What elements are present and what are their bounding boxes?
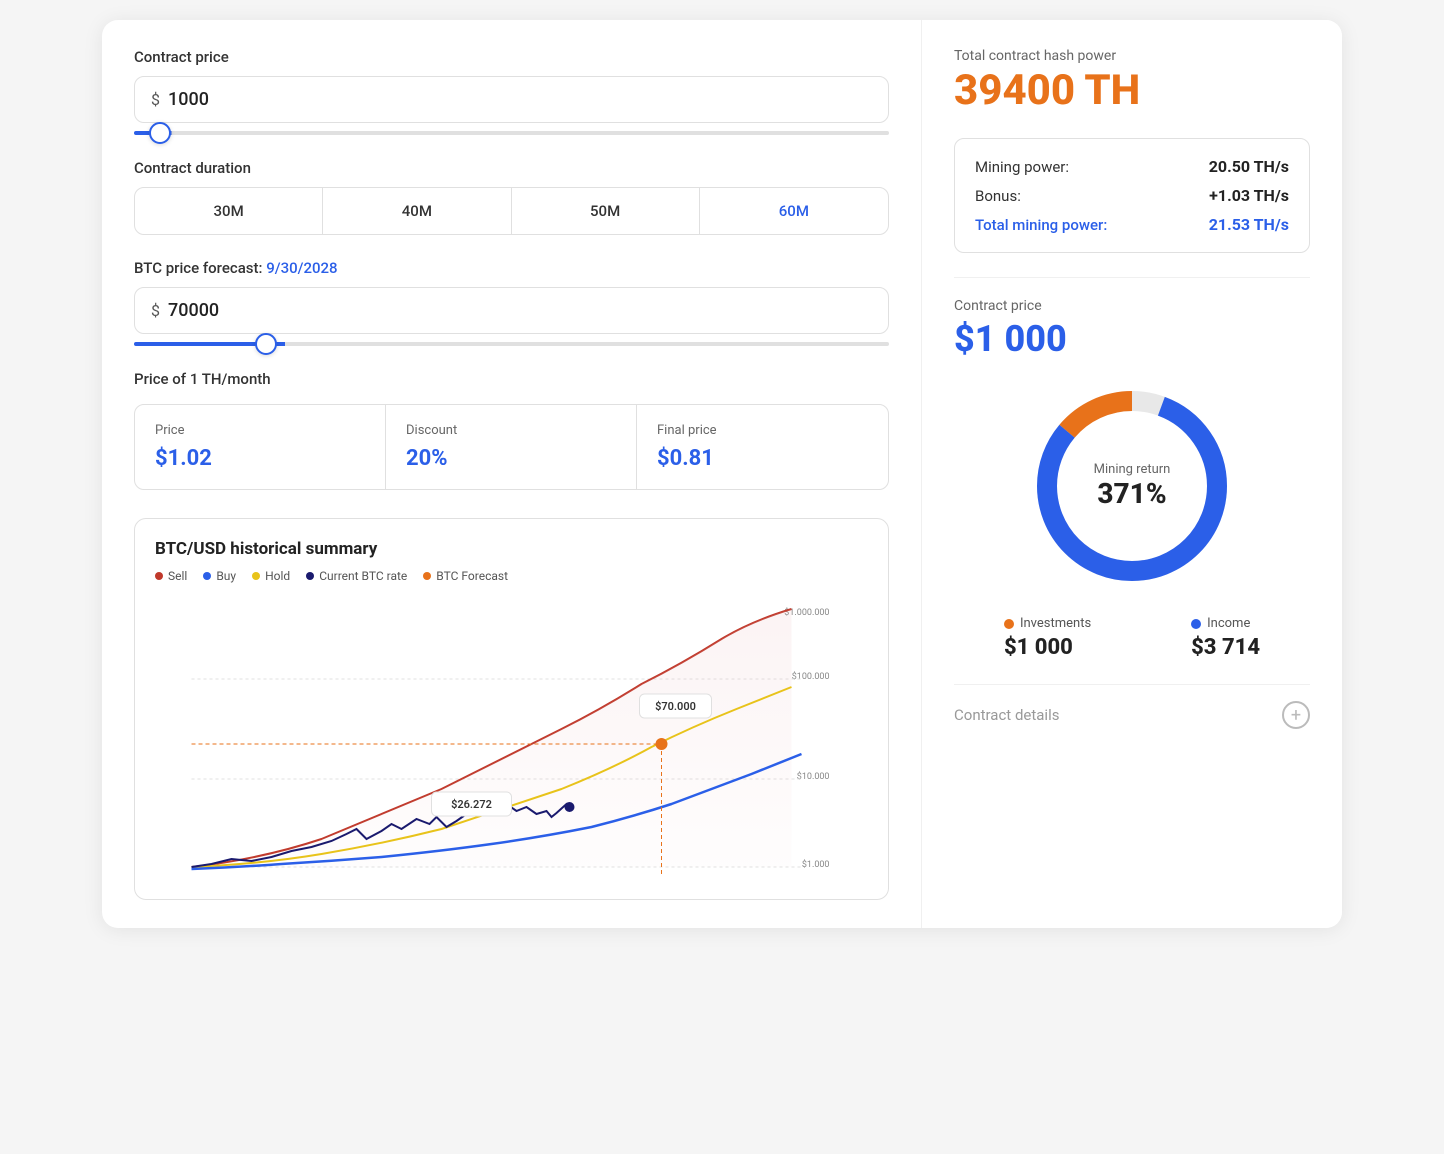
donut-label: Mining return [1094, 462, 1171, 477]
price-cell-price: Price $1.02 [135, 405, 386, 489]
legend-dot-hold [252, 572, 260, 580]
donut-chart-wrap: Mining return 371% [954, 376, 1310, 596]
btc-forecast-text: BTC price forecast: [134, 259, 262, 277]
btc-forecast-date[interactable]: 9/30/2028 [266, 259, 337, 277]
contract-details-row: Contract details + [954, 684, 1310, 745]
hash-power-title: Total contract hash power [954, 48, 1310, 64]
investments-value: $1 000 [1004, 635, 1091, 660]
duration-tabs: 30M 40M 50M 60M [134, 187, 889, 235]
price-value: $1.02 [155, 446, 365, 471]
tab-40m[interactable]: 40M [323, 188, 511, 234]
svg-text:$1.000: $1.000 [802, 859, 830, 870]
bonus-value: +1.03 TH/s [1209, 186, 1289, 205]
contract-price-slider-wrap[interactable] [134, 131, 889, 135]
contract-price-slider-thumb[interactable] [149, 122, 171, 144]
total-mining-row: Total mining power: 21.53 TH/s [975, 215, 1289, 234]
chart-svg: $1.000.000 $100.000 $10.000 $1.000 [155, 599, 868, 879]
btc-price-value: 70000 [168, 300, 219, 321]
legend-label-btc-forecast: BTC Forecast [436, 569, 508, 583]
mining-power-label: Mining power: [975, 158, 1069, 176]
final-price-value: $0.81 [657, 446, 868, 471]
investment-row: Investments $1 000 Income $3 714 [954, 616, 1310, 660]
contract-duration-title: Contract duration [134, 159, 889, 177]
bonus-row: Bonus: +1.03 TH/s [975, 186, 1289, 205]
svg-text:$10.000: $10.000 [797, 771, 830, 782]
hash-power-section: Total contract hash power 39400 TH [954, 48, 1310, 114]
legend-btc-forecast: BTC Forecast [423, 569, 508, 583]
investment-item-income: Income $3 714 [1191, 616, 1260, 660]
discount-label: Discount [406, 423, 616, 438]
investments-dot [1004, 619, 1014, 629]
mining-power-value: 20.50 TH/s [1209, 157, 1289, 176]
contract-details-label: Contract details [954, 706, 1059, 724]
price-label: Price [155, 423, 365, 438]
total-mining-label: Total mining power: [975, 216, 1107, 234]
income-value: $3 714 [1191, 635, 1260, 660]
donut-value: 371% [1094, 477, 1171, 510]
contract-price-value: 1000 [168, 89, 209, 110]
contract-price-title: Contract price [134, 48, 889, 66]
btc-price-slider-wrap[interactable] [134, 342, 889, 346]
discount-value: 20% [406, 446, 616, 471]
final-price-label: Final price [657, 423, 868, 438]
right-panel: Total contract hash power 39400 TH Minin… [922, 20, 1342, 928]
th-month-label: Price of 1 TH/month [134, 370, 889, 388]
legend-hold: Hold [252, 569, 290, 583]
contract-price-section: Contract price $1 000 [954, 298, 1310, 360]
hash-detail-box: Mining power: 20.50 TH/s Bonus: +1.03 TH… [954, 138, 1310, 253]
svg-text:$70.000: $70.000 [655, 700, 696, 713]
total-mining-value: 21.53 TH/s [1209, 215, 1289, 234]
legend-dot-current-btc [306, 572, 314, 580]
btc-price-input-box: $ 70000 [134, 287, 889, 334]
investment-item-investments: Investments $1 000 [1004, 616, 1091, 660]
btc-price-currency: $ [151, 301, 160, 320]
legend-dot-btc-forecast [423, 572, 431, 580]
btc-price-slider-track [134, 342, 889, 346]
hash-power-value: 39400 TH [954, 68, 1310, 114]
mining-power-row: Mining power: 20.50 TH/s [975, 157, 1289, 176]
tab-60m[interactable]: 60M [700, 188, 888, 234]
btc-price-slider-thumb[interactable] [255, 333, 277, 355]
price-cell-discount: Discount 20% [386, 405, 637, 489]
chart-title: BTC/USD historical summary [155, 539, 868, 559]
contract-price-slider-track [134, 131, 889, 135]
income-label: Income [1207, 616, 1250, 631]
legend-dot-buy [203, 572, 211, 580]
btc-forecast-label: BTC price forecast: 9/30/2028 [134, 259, 889, 277]
left-panel: Contract price $ 1000 Contract duration … [102, 20, 922, 928]
chart-section: BTC/USD historical summary Sell Buy Hold… [134, 518, 889, 900]
legend-label-buy: Buy [216, 569, 236, 583]
main-container: Contract price $ 1000 Contract duration … [102, 20, 1342, 928]
donut-center: Mining return 371% [1094, 462, 1171, 510]
investments-label: Investments [1020, 616, 1091, 631]
tab-50m[interactable]: 50M [512, 188, 700, 234]
contract-price-display: $1 000 [954, 318, 1310, 360]
legend-label-hold: Hold [265, 569, 290, 583]
svg-text:$100.000: $100.000 [792, 671, 830, 682]
legend-sell: Sell [155, 569, 187, 583]
expand-icon[interactable]: + [1282, 701, 1310, 729]
divider [954, 277, 1310, 278]
legend-buy: Buy [203, 569, 236, 583]
income-dot [1191, 619, 1201, 629]
contract-price-input-box: $ 1000 [134, 76, 889, 123]
legend-label-current-btc: Current BTC rate [319, 569, 407, 583]
contract-price-label: Contract price [954, 298, 1310, 314]
legend-dot-sell [155, 572, 163, 580]
svg-text:$26.272: $26.272 [451, 798, 492, 811]
price-cell-final: Final price $0.81 [637, 405, 888, 489]
tab-30m[interactable]: 30M [135, 188, 323, 234]
chart-area: $1.000.000 $100.000 $10.000 $1.000 [155, 599, 868, 879]
income-legend: Income [1191, 616, 1260, 631]
price-grid: Price $1.02 Discount 20% Final price $0.… [134, 404, 889, 490]
legend-current-btc: Current BTC rate [306, 569, 407, 583]
investments-legend: Investments [1004, 616, 1091, 631]
legend-label-sell: Sell [168, 569, 187, 583]
contract-price-currency: $ [151, 90, 160, 109]
bonus-label: Bonus: [975, 187, 1021, 205]
chart-legend: Sell Buy Hold Current BTC rate BTC Forec… [155, 569, 868, 583]
